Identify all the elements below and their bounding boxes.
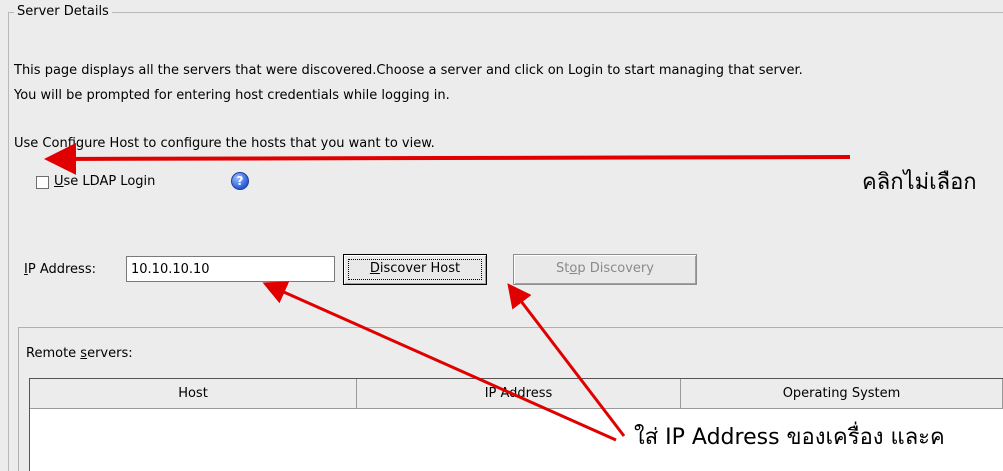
arrow-to-discover-button: [507, 283, 626, 437]
arrow-to-ip-input: [262, 281, 617, 442]
arrow-to-ldap-checkbox: [44, 142, 851, 175]
annotation-arrows: [44, 142, 851, 442]
